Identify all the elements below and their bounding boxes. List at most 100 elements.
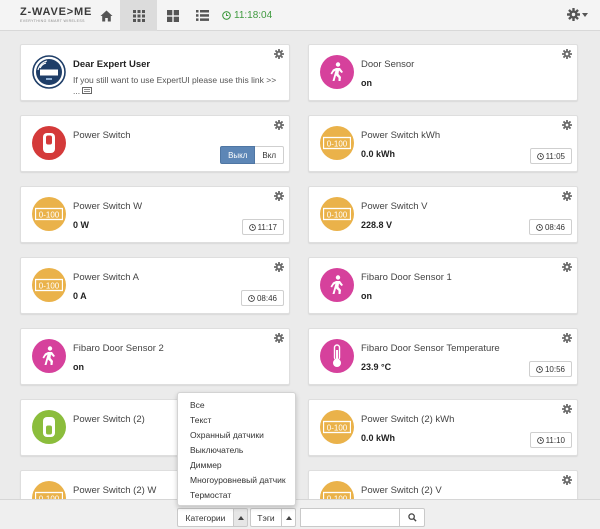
widget-title: Power Switch kWh — [361, 130, 441, 141]
widget-power-switch-kwh: 0-100 Power Switch kWh 0.0 kWh 11:05 — [308, 115, 578, 172]
header-clock: 11:18:04 — [222, 10, 272, 21]
dropdown-item-thermostat[interactable]: Термостат — [178, 488, 295, 503]
meter-label: 0-100 — [39, 282, 60, 291]
dropdown-item-switch[interactable]: Выключатель — [178, 443, 295, 458]
widget-door-sensor: Door Sensor on — [308, 44, 578, 101]
tags-toggle-button[interactable] — [281, 508, 296, 527]
gear-icon — [562, 475, 572, 485]
meter-label: 0-100 — [39, 211, 60, 220]
gear-icon — [274, 49, 284, 59]
clock-icon — [248, 223, 256, 231]
settings-menu-button[interactable] — [567, 8, 588, 21]
widget-value: 0.0 kWh — [361, 433, 396, 443]
switch-off-button[interactable]: Выкл — [220, 146, 256, 164]
widget-settings-button[interactable] — [274, 120, 284, 133]
update-time: 11:05 — [545, 151, 565, 161]
door-sensor-icon — [32, 339, 66, 373]
update-time-button[interactable]: 11:05 — [529, 148, 572, 164]
widget-title: Power Switch A — [73, 272, 139, 283]
widget-settings-button[interactable] — [274, 333, 284, 346]
widget-title: Power Switch V — [361, 201, 428, 212]
top-navbar: Z-WAVE>ME EVERYTHING SMART WIRELESS 11:1… — [0, 0, 600, 31]
widget-fibaro-door-sensor-1: Fibaro Door Sensor 1 on — [308, 257, 578, 314]
widget-settings-button[interactable] — [274, 191, 284, 204]
widget-value: 0 W — [73, 220, 90, 230]
view-grid-small-button[interactable] — [120, 0, 157, 31]
door-sensor-icon — [320, 55, 354, 89]
gear-icon — [562, 333, 572, 343]
widget-title: Power Switch — [73, 130, 131, 141]
gear-icon — [562, 404, 572, 414]
widget-title: Dear Expert User — [73, 59, 151, 70]
dropdown-item-text[interactable]: Текст — [178, 413, 295, 428]
gear-icon — [562, 191, 572, 201]
switch-toggle-group: Выкл Вкл — [220, 146, 284, 164]
caret-up-icon — [237, 515, 244, 520]
widget-settings-button[interactable] — [274, 49, 284, 62]
power-switch-icon — [32, 126, 66, 160]
tags-button[interactable]: Тэги — [250, 508, 282, 527]
header-time: 11:18:04 — [234, 10, 273, 21]
clock-icon — [536, 223, 543, 231]
widget-value: 0.0 kWh — [361, 149, 396, 159]
update-time-button[interactable]: 11:10 — [529, 432, 572, 448]
update-time-button[interactable]: 08:46 — [240, 290, 284, 306]
widget-value: on — [361, 78, 372, 88]
update-time: 11:17 — [257, 222, 277, 232]
dropdown-item-multilevel-sensor[interactable]: Многоуровневый датчик — [178, 473, 295, 488]
dropdown-item-security-sensors[interactable]: Охранный датчики — [178, 428, 295, 443]
dropdown-item-dimmer[interactable]: Диммер — [178, 458, 295, 473]
widget-settings-button[interactable] — [562, 49, 572, 62]
meter-icon: 0-100 — [320, 197, 354, 231]
switch-on-button[interactable]: Вкл — [255, 146, 284, 164]
widget-title: Power Switch (2) — [73, 414, 145, 425]
update-time: 11:10 — [545, 435, 565, 445]
zwave-plus-logo — [32, 55, 66, 89]
view-list-button[interactable] — [184, 0, 221, 31]
update-time: 08:46 — [544, 222, 565, 232]
update-time-button[interactable]: 11:17 — [241, 219, 284, 235]
clock-icon — [248, 294, 255, 302]
meter-label: 0-100 — [327, 424, 348, 433]
widget-value: 23.9 °C — [361, 362, 392, 372]
update-time-button[interactable]: 10:56 — [528, 361, 572, 377]
widget-settings-button[interactable] — [562, 475, 572, 488]
gear-icon — [562, 49, 572, 59]
thermometer-icon — [320, 339, 354, 373]
home-icon — [100, 10, 113, 21]
widget-settings-button[interactable] — [562, 404, 572, 417]
widget-value: on — [361, 291, 372, 301]
meter-label: 0-100 — [327, 211, 348, 220]
gear-icon — [274, 191, 284, 201]
dropdown-item-all[interactable]: Все — [178, 398, 295, 413]
update-time-button[interactable]: 08:46 — [528, 219, 572, 235]
widget-settings-button[interactable] — [274, 262, 284, 275]
caret-down-icon — [582, 12, 588, 17]
door-sensor-icon — [320, 268, 354, 302]
zwave-me-logo[interactable]: Z-WAVE>ME EVERYTHING SMART WIRELESS — [20, 7, 92, 24]
widget-settings-button[interactable] — [562, 333, 572, 346]
widget-settings-button[interactable] — [562, 262, 572, 275]
widget-settings-button[interactable] — [562, 191, 572, 204]
widget-settings-button[interactable] — [562, 120, 572, 133]
grid-small-icon — [132, 9, 145, 22]
search-button[interactable] — [399, 508, 425, 527]
update-time: 08:46 — [256, 293, 277, 303]
expert-ui-note-text[interactable]: If you still want to use ExpertUI please… — [73, 75, 276, 96]
power-switch-icon — [32, 410, 66, 444]
widget-note: If you still want to use ExpertUI please… — [73, 75, 283, 97]
categories-toggle-button[interactable] — [233, 508, 248, 527]
bottom-filter-bar: Категории Тэги — [0, 499, 600, 529]
gear-icon — [274, 262, 284, 272]
gear-icon — [274, 333, 284, 343]
clock-icon — [222, 11, 231, 20]
widget-title: Power Switch (2) V — [361, 485, 442, 496]
update-time: 10:56 — [544, 364, 565, 374]
caret-up-icon — [285, 515, 292, 520]
list-icon — [196, 10, 209, 21]
categories-button[interactable]: Категории — [177, 508, 234, 527]
search-input[interactable] — [300, 508, 400, 527]
widget-power-switch: Power Switch Выкл Вкл — [20, 115, 290, 172]
widget-title: Fibaro Door Sensor Temperature — [361, 343, 500, 354]
categories-dropdown: Все Текст Охранный датчики Выключатель Д… — [177, 392, 296, 506]
